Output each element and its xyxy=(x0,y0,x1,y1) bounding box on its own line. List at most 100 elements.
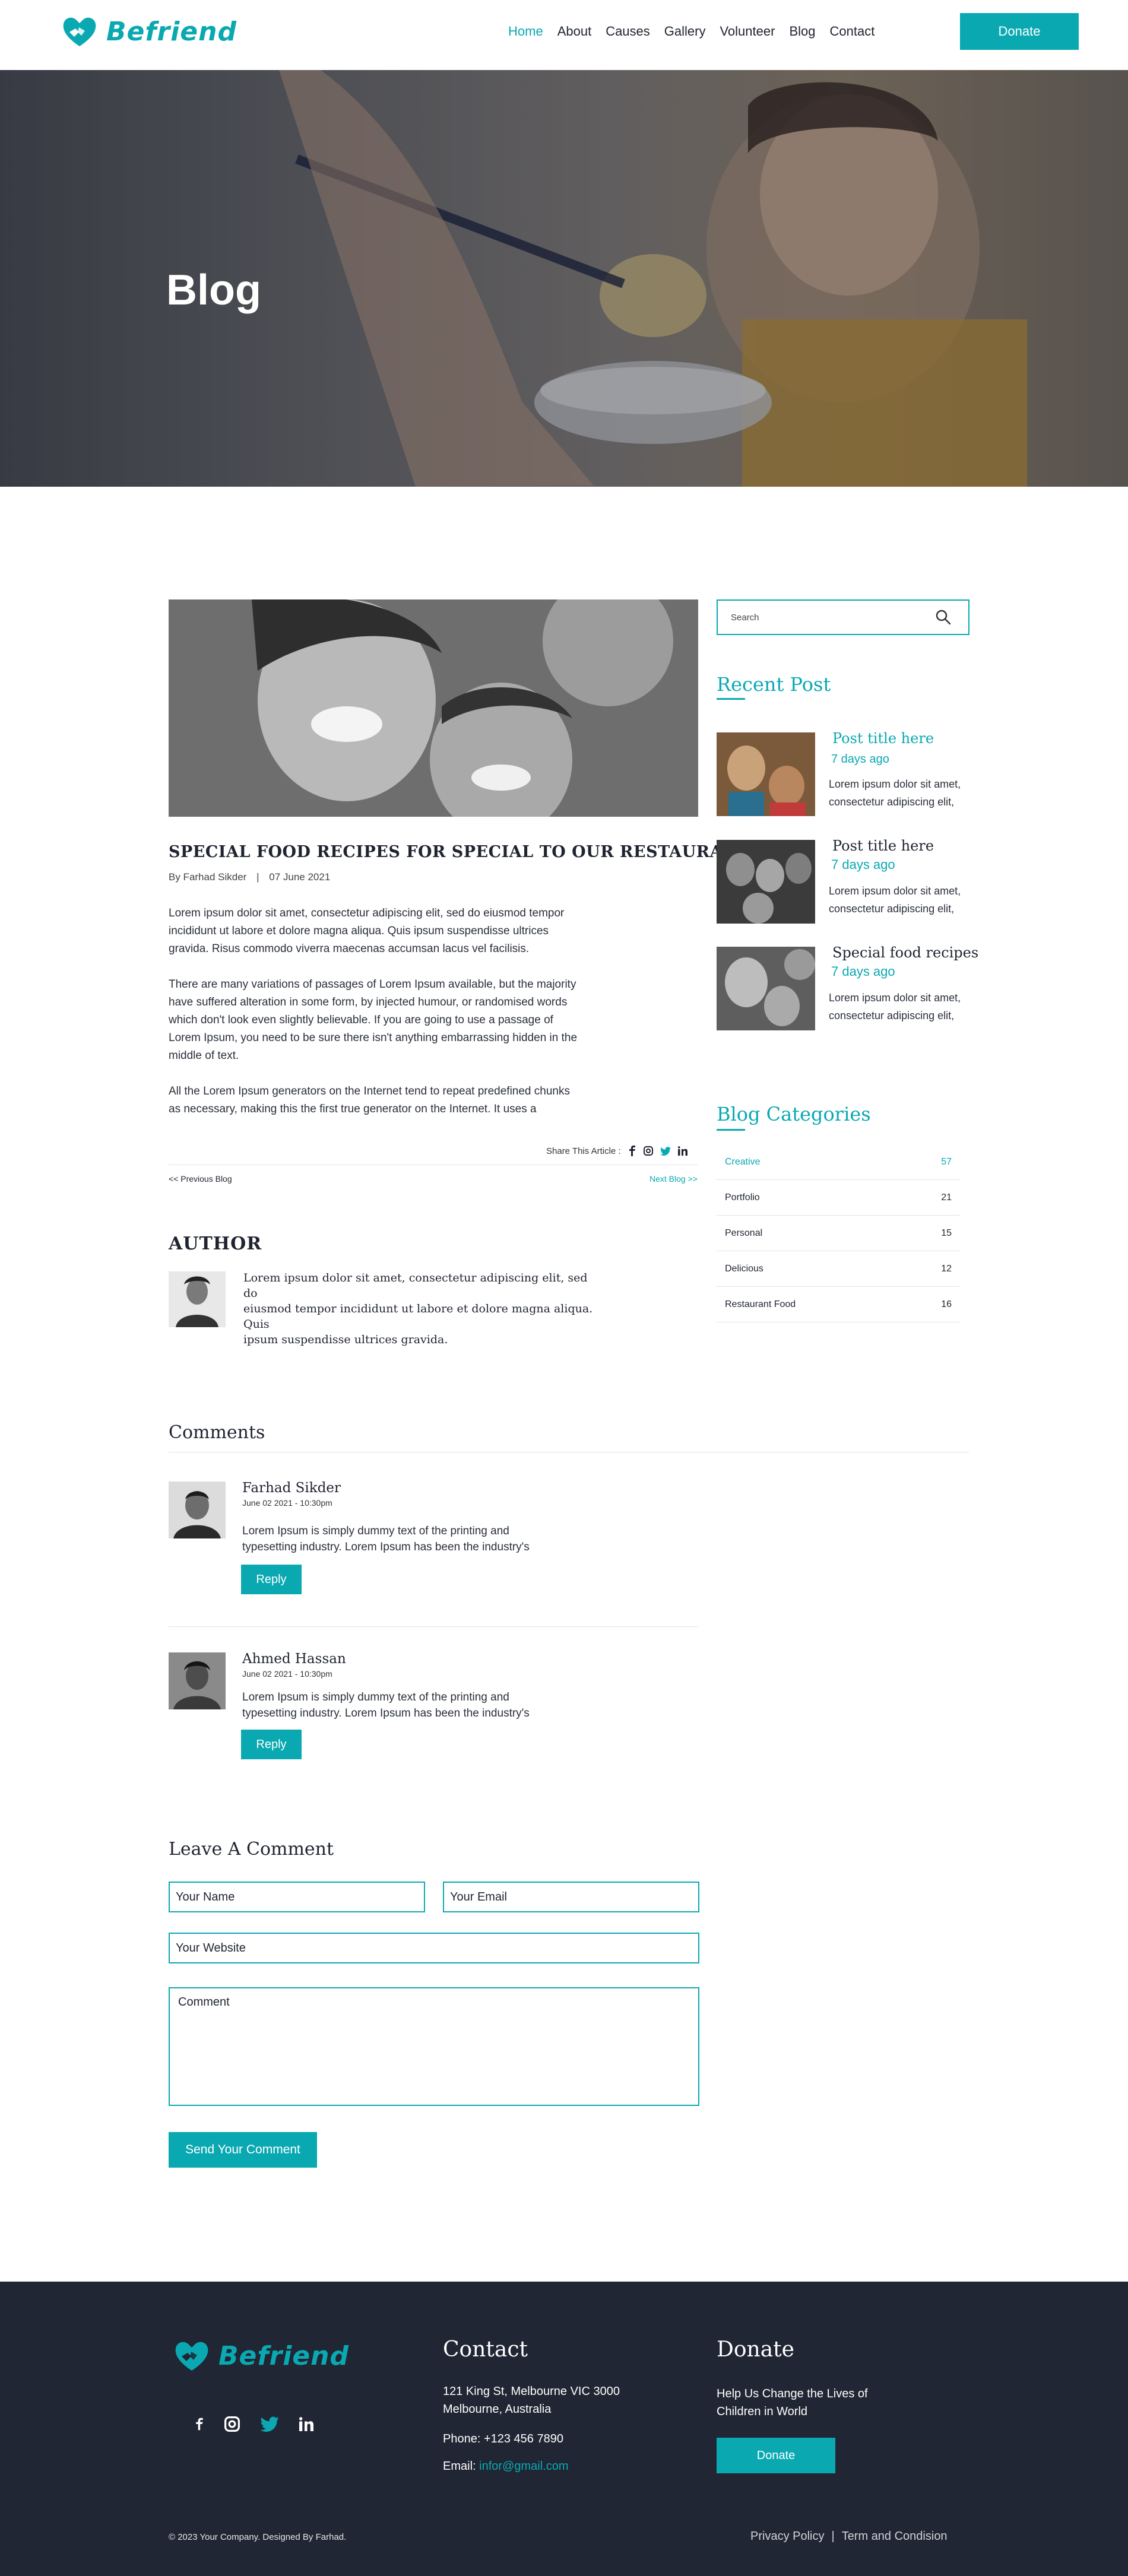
recent-post-date: 7 days ago xyxy=(831,857,895,872)
category-item-creative[interactable]: Creative 57 xyxy=(717,1144,960,1180)
nav-gallery[interactable]: Gallery xyxy=(664,24,706,39)
reply-button[interactable]: Reply xyxy=(241,1565,302,1594)
instagram-icon[interactable] xyxy=(643,1146,653,1156)
footer-donate-button[interactable]: Donate xyxy=(717,2438,835,2473)
previous-blog-link[interactable]: << Previous Blog xyxy=(169,1174,232,1184)
footer-brand-name: Befriend xyxy=(218,2340,349,2371)
category-count: 21 xyxy=(941,1192,952,1203)
comment-author: Farhad Sikder xyxy=(242,1480,341,1496)
footer-links: Privacy Policy | Term and Condision xyxy=(750,2530,948,2543)
recent-post-title[interactable]: Post title here xyxy=(832,837,934,854)
post-author[interactable]: By Farhad Sikder xyxy=(169,871,246,883)
text-line: Lorem ipsum dolor sit amet, xyxy=(829,885,961,897)
comment-avatar xyxy=(169,1481,226,1538)
text-line: consectetur adipiscing elit, xyxy=(829,1010,955,1021)
post-title: SPECIAL FOOD RECIPES FOR SPECIAL TO OUR … xyxy=(169,843,750,861)
comment-textarea[interactable]: Comment xyxy=(169,1987,699,2106)
share-bar: Share This Article : xyxy=(546,1146,687,1156)
text-line: There are many variations of passages of… xyxy=(169,978,576,991)
author-heading: AUTHOR xyxy=(169,1233,262,1254)
category-name: Portfolio xyxy=(725,1192,760,1203)
search-input[interactable]: Search xyxy=(717,599,969,635)
footer-social-links xyxy=(195,2416,313,2432)
privacy-policy-link[interactable]: Privacy Policy xyxy=(750,2530,824,2543)
text-line: consectetur adipiscing elit, xyxy=(829,796,955,808)
author-avatar xyxy=(169,1271,226,1327)
footer-link-separator: | xyxy=(831,2530,835,2543)
heading-underline xyxy=(717,1129,745,1131)
linkedin-icon[interactable] xyxy=(299,2417,313,2431)
nav-home[interactable]: Home xyxy=(508,24,543,39)
next-blog-link[interactable]: Next Blog >> xyxy=(649,1174,698,1184)
nav-blog[interactable]: Blog xyxy=(789,24,815,39)
site-footer: Befriend Contact 121 King St, Melbourne … xyxy=(0,2282,1128,2576)
name-field[interactable]: Your Name xyxy=(169,1882,425,1912)
search-placeholder: Search xyxy=(731,612,759,623)
text-line: middle of text. xyxy=(169,1049,239,1062)
text-line: eiusmod tempor incididunt ut labore et d… xyxy=(243,1302,593,1331)
recent-post-excerpt: Lorem ipsum dolor sit amet, consectetur … xyxy=(829,882,977,918)
facebook-icon[interactable] xyxy=(628,1146,636,1156)
nav-about[interactable]: About xyxy=(557,24,592,39)
text-line: ipsum suspendisse ultrices gravida. xyxy=(243,1333,448,1346)
recent-post-date: 7 days ago xyxy=(831,753,889,766)
main-nav: Home About Causes Gallery Volunteer Blog… xyxy=(508,24,889,39)
text-line: typesetting industry. Lorem Ipsum has be… xyxy=(242,1707,530,1720)
hero-banner: Blog xyxy=(0,70,1128,487)
website-field[interactable]: Your Website xyxy=(169,1933,699,1963)
category-count: 12 xyxy=(941,1263,952,1274)
category-item-restaurant-food[interactable]: Restaurant Food 16 xyxy=(717,1287,960,1322)
header-donate-button[interactable]: Donate xyxy=(960,13,1079,50)
twitter-icon[interactable] xyxy=(660,1146,671,1156)
facebook-icon[interactable] xyxy=(195,2416,204,2432)
nav-causes[interactable]: Causes xyxy=(606,24,650,39)
email-label: Email: xyxy=(443,2460,476,2473)
instagram-icon[interactable] xyxy=(224,2416,240,2432)
footer-donate-text: Help Us Change the Lives of Children in … xyxy=(717,2385,868,2420)
category-name: Delicious xyxy=(725,1263,763,1274)
comment-text: Lorem Ipsum is simply dummy text of the … xyxy=(242,1689,575,1721)
nav-volunteer[interactable]: Volunteer xyxy=(720,24,775,39)
twitter-icon[interactable] xyxy=(260,2416,279,2432)
comment-avatar xyxy=(169,1652,226,1709)
footer-address: 121 King St, Melbourne VIC 3000 Melbourn… xyxy=(443,2383,620,2418)
post-meta: By Farhad Sikder | 07 June 2021 xyxy=(169,871,330,883)
reply-button[interactable]: Reply xyxy=(241,1730,302,1759)
footer-email: Email: infor@gmail.com xyxy=(443,2457,568,2475)
comment-date: June 02 2021 - 10:30pm xyxy=(242,1669,332,1679)
copyright: © 2023 Your Company. Designed By Farhad. xyxy=(169,2532,347,2542)
recent-post-title[interactable]: Special food recipes xyxy=(832,944,978,961)
send-comment-button[interactable]: Send Your Comment xyxy=(169,2132,317,2168)
text-line: Lorem ipsum dolor sit amet, consectetur … xyxy=(243,1271,588,1300)
text-line: have suffered alteration in some form, b… xyxy=(169,996,568,1008)
site-logo[interactable]: Befriend xyxy=(61,14,237,49)
category-item-delicious[interactable]: Delicious 12 xyxy=(717,1251,960,1287)
recent-post-thumbnail[interactable] xyxy=(717,840,815,924)
email-link[interactable]: infor@gmail.com xyxy=(479,2460,568,2473)
email-field[interactable]: Your Email xyxy=(443,1882,699,1912)
comment-text: Lorem Ipsum is simply dummy text of the … xyxy=(242,1523,575,1555)
leave-comment-heading: Leave A Comment xyxy=(169,1839,334,1860)
text-line: consectetur adipiscing elit, xyxy=(829,903,955,915)
comment-date: June 02 2021 - 10:30pm xyxy=(242,1498,332,1508)
footer-contact-heading: Contact xyxy=(443,2337,528,2362)
recent-post-thumbnail[interactable] xyxy=(717,947,815,1030)
category-item-personal[interactable]: Personal 15 xyxy=(717,1216,960,1251)
nav-contact[interactable]: Contact xyxy=(829,24,874,39)
blog-categories-heading: Blog Categories xyxy=(717,1103,871,1125)
recent-post-date: 7 days ago xyxy=(831,964,895,979)
footer-phone: Phone: +123 456 7890 xyxy=(443,2432,563,2445)
text-line: Lorem ipsum dolor sit amet, consectetur … xyxy=(169,907,565,919)
linkedin-icon[interactable] xyxy=(677,1146,687,1156)
recent-post-thumbnail[interactable] xyxy=(717,732,815,816)
post-featured-image xyxy=(169,599,698,817)
text-line: All the Lorem Ipsum generators on the In… xyxy=(169,1085,570,1097)
search-icon[interactable] xyxy=(935,609,952,626)
terms-link[interactable]: Term and Condision xyxy=(842,2530,948,2543)
footer-donate-heading: Donate xyxy=(717,2337,794,2362)
category-item-portfolio[interactable]: Portfolio 21 xyxy=(717,1180,960,1216)
share-label: Share This Article : xyxy=(546,1146,621,1156)
footer-logo[interactable]: Befriend xyxy=(173,2339,349,2373)
recent-post-title[interactable]: Post title here xyxy=(832,730,934,747)
text-line: Lorem ipsum dolor sit amet, xyxy=(829,992,961,1004)
